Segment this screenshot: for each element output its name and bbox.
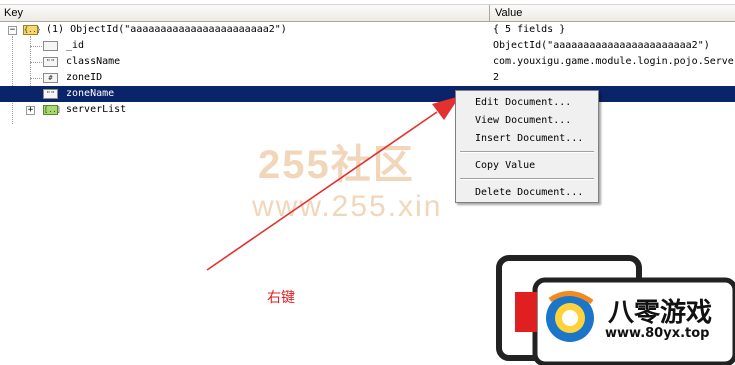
menu-item-copy-value[interactable]: Copy Value [458,157,596,174]
menu-item-view-document[interactable]: View Document... [458,112,596,129]
menu-item-edit-document[interactable]: Edit Document... [458,94,596,111]
brand-logo-text: 八零游戏 [608,298,713,328]
context-menu: Edit Document... View Document... Insert… [455,90,599,203]
menu-item-delete-document[interactable]: Delete Document... [458,184,596,201]
menu-separator [460,151,594,153]
menu-item-insert-document[interactable]: Insert Document... [458,130,596,147]
menu-separator [460,178,594,180]
brand-logo-url: www.80yx.top [605,326,710,341]
right-click-caption: 右键 [267,290,295,306]
